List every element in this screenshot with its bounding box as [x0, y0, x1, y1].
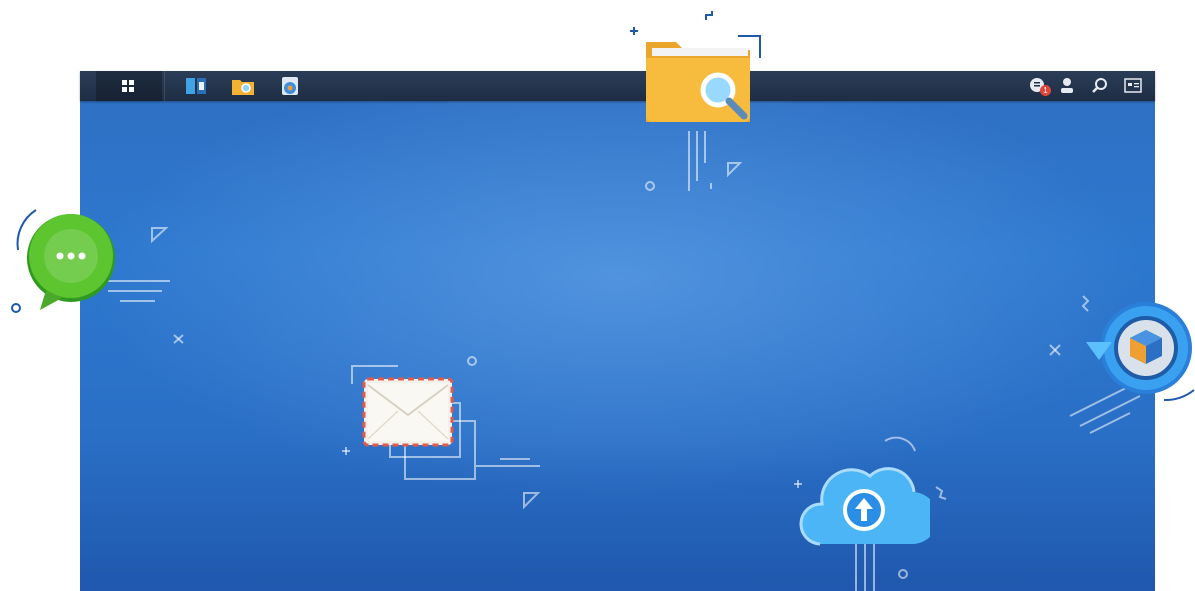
- widgets-button[interactable]: [1118, 71, 1148, 101]
- backup-feature: [1084, 296, 1195, 412]
- cloud-upload-icon: [799, 467, 939, 546]
- desktop-line-art: [100, 131, 1141, 591]
- taskbar: 1: [80, 71, 1155, 101]
- mail-feature: [362, 377, 454, 447]
- folder-search-icon: [630, 11, 761, 122]
- taskbar-package-center-button[interactable]: [181, 71, 211, 101]
- widgets-icon: [1124, 78, 1142, 93]
- search-button[interactable]: [1085, 71, 1115, 101]
- cloud-sync-feature: [798, 448, 939, 548]
- taskbar-control-panel-button[interactable]: [276, 71, 306, 101]
- chat-feature: [6, 198, 124, 320]
- user-button[interactable]: [1052, 71, 1082, 101]
- chat-bubble-icon: [11, 209, 115, 313]
- package-center-icon: [186, 78, 206, 94]
- notification-badge: 1: [1040, 85, 1051, 96]
- main-menu-button[interactable]: [96, 71, 162, 101]
- control-panel-icon: [282, 77, 298, 95]
- search-icon: [1092, 78, 1107, 93]
- notification-button[interactable]: 1: [1024, 71, 1054, 101]
- main-menu-icon: [122, 80, 134, 92]
- file-station-feature: [628, 6, 768, 126]
- desktop-background: [80, 71, 1155, 591]
- backup-cube-icon: [1086, 302, 1195, 402]
- file-station-icon: [232, 80, 254, 95]
- user-icon: [1061, 78, 1073, 93]
- envelope-icon: [362, 377, 454, 447]
- taskbar-file-station-button[interactable]: [228, 71, 258, 101]
